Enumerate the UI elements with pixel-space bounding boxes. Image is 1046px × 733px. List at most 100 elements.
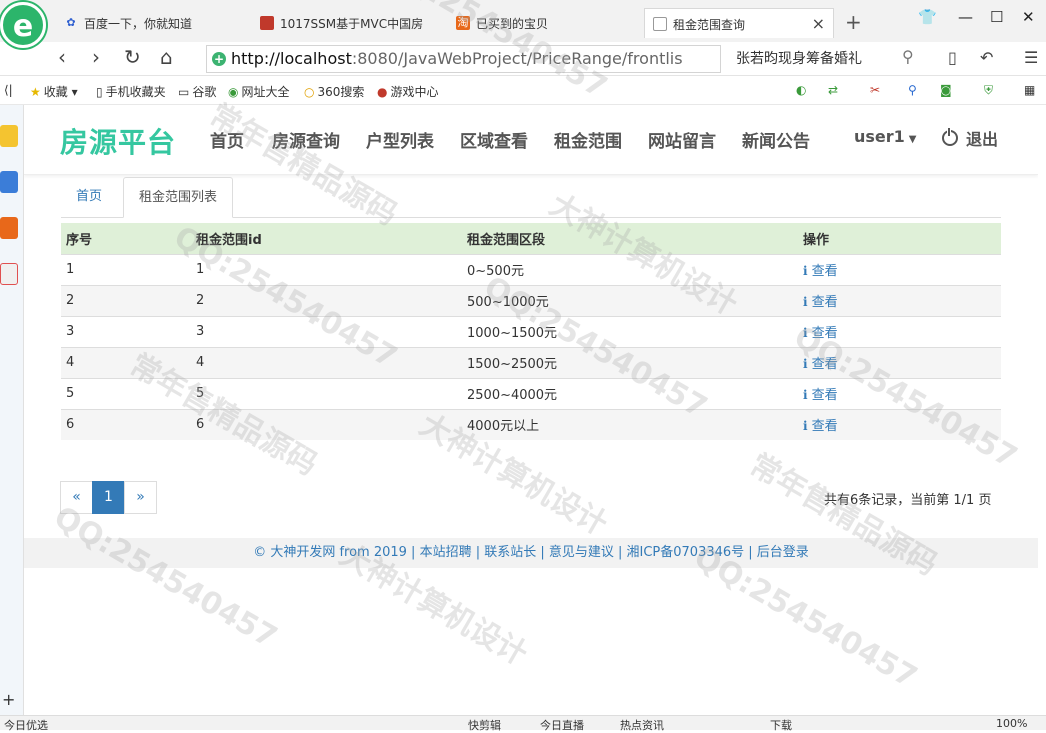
minimize-icon[interactable]: — <box>958 8 973 26</box>
browser-tab-project[interactable]: 1017SSM基于MVC中国房 <box>252 8 442 38</box>
cell-no: 6 <box>61 408 191 440</box>
cell-id: 3 <box>191 315 462 347</box>
view-link[interactable]: i 查看 <box>803 264 838 279</box>
bookmark-label: 网址大全 <box>241 85 290 99</box>
magnifier-icon[interactable]: ⚲ <box>908 83 917 97</box>
bookmark-360[interactable]: ○ 360搜索 <box>304 83 364 100</box>
360-icon: ○ <box>304 85 315 99</box>
next-page-button[interactable]: » <box>124 481 157 514</box>
undo-icon[interactable]: ↶ <box>980 48 993 67</box>
view-link[interactable]: i 查看 <box>803 295 838 310</box>
nav-news[interactable]: 新闻公告 <box>742 127 810 152</box>
tab-title: 1017SSM基于MVC中国房 <box>280 17 424 31</box>
status-news[interactable]: 热点资讯 <box>620 717 664 733</box>
bookmark-label: 手机收藏夹 <box>105 85 166 99</box>
new-tab-icon[interactable]: + <box>845 10 862 34</box>
info-icon: i <box>803 264 808 278</box>
status-quick-clip[interactable]: 快剪辑 <box>468 717 501 733</box>
bookmark-favorites[interactable]: ★ 收藏 ▾ <box>30 83 78 100</box>
nav-home[interactable]: 首页 <box>210 127 244 152</box>
status-zoom[interactable]: 100% <box>996 717 1027 730</box>
user-menu[interactable]: user1 ▼ <box>854 127 917 146</box>
refresh-icon[interactable]: ↻ <box>124 45 141 69</box>
notes-icon[interactable] <box>0 171 18 193</box>
bookmark-label: 谷歌 <box>192 85 217 99</box>
table-header-row: 序号 租金范围id 租金范围区段 操作 <box>61 223 1001 254</box>
maximize-icon[interactable]: ☐ <box>990 8 1003 26</box>
bookmark-sites[interactable]: ◉ 网址大全 <box>228 83 290 100</box>
view-label: 查看 <box>811 419 838 435</box>
shirt-skin-icon[interactable]: 👕 <box>918 8 937 26</box>
close-tab-icon[interactable]: × <box>812 14 825 33</box>
forward-icon[interactable]: › <box>92 45 100 69</box>
power-icon <box>942 128 958 146</box>
cell-range: 500~1000元 <box>462 284 798 316</box>
user-name: user1 <box>854 127 905 146</box>
view-link[interactable]: i 查看 <box>803 326 838 341</box>
nav-floorplan-list[interactable]: 户型列表 <box>366 127 434 152</box>
browser-tab-taobao[interactable]: 淘 已买到的宝贝 <box>448 8 638 38</box>
bookmark-games[interactable]: ● 游戏中心 <box>377 83 439 100</box>
view-label: 查看 <box>811 388 838 403</box>
table-row: 6 6 4000元以上 i 查看 <box>61 408 1001 440</box>
cell-id: 2 <box>191 284 462 316</box>
status-live[interactable]: 今日直播 <box>540 717 584 733</box>
collapse-icon[interactable]: ⟨| <box>4 83 13 97</box>
cell-no: 2 <box>61 284 191 316</box>
menu-icon[interactable]: ☰ <box>1024 48 1038 67</box>
add-icon[interactable]: + <box>2 690 15 709</box>
web-page: 房源平台 首页 房源查询 户型列表 区域查看 租金范围 网站留言 新闻公告 us… <box>24 105 1038 715</box>
gamepad-icon[interactable]: ◙ <box>940 83 952 97</box>
cell-action: i 查看 <box>798 408 1001 440</box>
cell-action: i 查看 <box>798 377 1001 409</box>
status-today-picks[interactable]: 今日优选 <box>4 717 48 733</box>
cell-action: i 查看 <box>798 284 1001 316</box>
table-row: 5 5 2500~4000元 i 查看 <box>61 377 1001 409</box>
nav-area-view[interactable]: 区域查看 <box>460 127 528 152</box>
game-icon: ● <box>377 85 388 99</box>
back-icon[interactable]: ‹ <box>58 45 66 69</box>
nav-guestbook[interactable]: 网站留言 <box>648 127 716 152</box>
view-link[interactable]: i 查看 <box>803 419 838 434</box>
page-1-button[interactable]: 1 <box>92 481 125 514</box>
site-footer[interactable]: © 大神开发网 from 2019 | 本站招聘 | 联系站长 | 意见与建议 … <box>24 538 1038 568</box>
view-link[interactable]: i 查看 <box>803 388 838 403</box>
nav-house-search[interactable]: 房源查询 <box>272 127 340 152</box>
bookmark-mobile[interactable]: ▯ 手机收藏夹 <box>96 83 166 100</box>
prev-page-button[interactable]: « <box>60 481 93 514</box>
cell-range: 2500~4000元 <box>462 377 798 409</box>
bookmark-label: 收藏 <box>43 85 68 99</box>
apps-icon[interactable]: ▦ <box>1024 83 1035 97</box>
nav-rent-range[interactable]: 租金范围 <box>554 127 622 152</box>
pagination: « 1 » <box>60 481 157 514</box>
breadcrumb: 首页 租金范围列表 <box>61 177 1001 218</box>
mail-icon[interactable] <box>0 263 18 285</box>
breadcrumb-home[interactable]: 首页 <box>61 177 117 218</box>
search-icon[interactable]: ⚲ <box>902 47 914 66</box>
close-window-icon[interactable]: ✕ <box>1022 8 1035 26</box>
logout-button[interactable]: 退出 <box>942 126 998 150</box>
scissors-icon[interactable]: ✂ <box>870 83 880 97</box>
site-brand[interactable]: 房源平台 <box>60 121 176 161</box>
shield-icon[interactable]: ⛨ <box>984 83 993 98</box>
browser-tab-baidu[interactable]: ✿ 百度一下，你就知道 <box>56 8 246 38</box>
breadcrumb-current[interactable]: 租金范围列表 <box>123 177 234 218</box>
translate-icon[interactable]: ⇄ <box>828 83 838 97</box>
view-link[interactable]: i 查看 <box>803 357 838 372</box>
home-icon[interactable]: ⌂ <box>160 45 173 69</box>
browser-sidebar: + <box>0 105 24 715</box>
browser-logo-icon: e <box>0 2 46 48</box>
extension-icon[interactable]: ◐ <box>796 83 806 97</box>
url-host: http://localhost <box>231 49 352 68</box>
browser-tab-active[interactable]: 租金范围查询 × <box>644 8 834 38</box>
status-download[interactable]: 下载 <box>770 717 792 733</box>
cell-action: i 查看 <box>798 346 1001 378</box>
view-label: 查看 <box>811 357 838 372</box>
phone-icon[interactable]: ▯ <box>948 48 957 67</box>
favorites-icon[interactable] <box>0 125 18 147</box>
weibo-icon[interactable] <box>0 217 18 239</box>
bookmark-google[interactable]: ▭ 谷歌 <box>178 83 216 100</box>
search-input[interactable]: 张若昀现身筹备婚礼 <box>726 45 926 73</box>
bookmark-label: 游戏中心 <box>390 85 439 99</box>
address-bar[interactable]: + http://localhost:8080/JavaWebProject/P… <box>206 45 721 73</box>
